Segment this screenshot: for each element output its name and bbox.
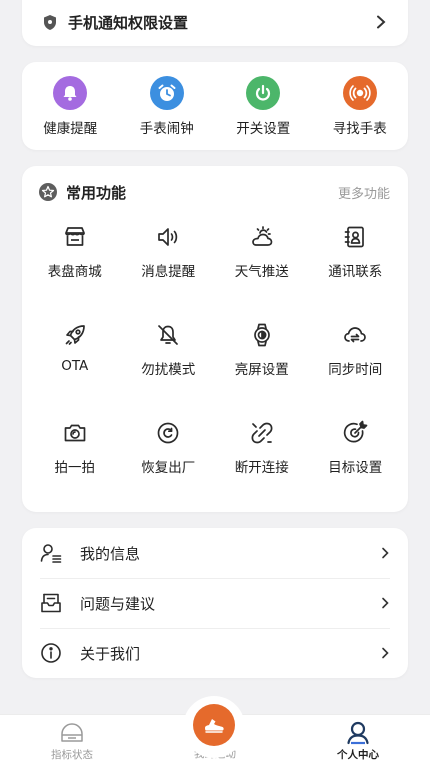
function-do-not-disturb[interactable]: 勿扰模式	[122, 322, 216, 420]
menu-item-about-us[interactable]: 关于我们	[40, 628, 390, 678]
more-functions-link[interactable]: 更多功能	[338, 183, 390, 202]
user-icon	[347, 721, 369, 745]
quick-action-find-watch[interactable]: 寻找手表	[315, 76, 405, 137]
reset-icon	[157, 422, 179, 444]
bell-off-icon	[158, 325, 179, 345]
tab-personal-center[interactable]: 个人中心	[313, 721, 403, 762]
function-label: 目标设置	[328, 460, 383, 476]
find-watch-icon	[342, 76, 377, 110]
camera-icon	[64, 424, 86, 442]
function-message-reminder[interactable]: 消息提醒	[122, 224, 216, 322]
star-badge-icon	[39, 183, 57, 201]
function-tap-photo[interactable]: 拍一拍	[28, 420, 122, 518]
shield-icon	[44, 14, 56, 30]
tab-label: 个人中心	[337, 749, 379, 761]
quick-action-label: 寻找手表	[332, 121, 387, 137]
menu-item-feedback[interactable]: 问题与建议	[40, 578, 390, 628]
bell-icon	[53, 76, 88, 110]
function-weather-push[interactable]: 天气推送	[215, 224, 309, 322]
notification-permission-title: 手机通知权限设置	[68, 13, 189, 32]
function-ota[interactable]: OTA	[28, 322, 122, 420]
quick-actions-card: 健康提醒 手表闹钟 开关设置 寻找手表	[22, 62, 408, 150]
common-functions-title: 常用功能	[66, 183, 127, 202]
target-icon	[344, 420, 368, 443]
notification-permission-row[interactable]: 手机通知权限设置	[42, 8, 386, 36]
function-label: 表盘商城	[47, 264, 102, 280]
store-icon	[64, 227, 85, 246]
contacts-icon	[344, 226, 365, 248]
power-icon	[246, 76, 281, 110]
function-disconnect[interactable]: 断开连接	[215, 420, 309, 518]
function-label: 恢复出厂	[141, 460, 196, 476]
function-screen-brightness[interactable]: 亮屏设置	[215, 322, 309, 420]
function-label: 勿扰模式	[141, 362, 196, 378]
user-info-icon	[40, 544, 62, 563]
quick-action-label: 健康提醒	[43, 121, 98, 137]
watch-screen-icon	[253, 323, 270, 347]
chevron-right-icon	[377, 15, 386, 29]
menu-item-my-info[interactable]: 我的信息	[40, 528, 390, 578]
function-label: 同步时间	[328, 362, 383, 378]
quick-action-label: 手表闹钟	[139, 121, 194, 137]
running-shoe-icon	[205, 719, 224, 733]
function-contacts[interactable]: 通讯联系	[309, 224, 403, 322]
quick-action-watch-alarm[interactable]: 手表闹钟	[122, 76, 212, 137]
tab-indicator-status[interactable]: 指标状态	[27, 721, 117, 762]
function-label: 亮屏设置	[234, 362, 289, 378]
quick-action-switch-settings[interactable]: 开关设置	[218, 76, 308, 137]
menu-item-label: 问题与建议	[80, 594, 156, 613]
rocket-icon	[65, 325, 85, 345]
weather-icon	[251, 226, 273, 246]
function-label: 断开连接	[234, 460, 289, 476]
function-label: 通讯联系	[328, 264, 383, 280]
feedback-icon	[41, 593, 61, 613]
chevron-right-icon	[382, 647, 389, 659]
function-dial-store[interactable]: 表盘商城	[28, 224, 122, 322]
function-label: 消息提醒	[141, 264, 196, 280]
function-goal-settings[interactable]: 目标设置	[309, 420, 403, 518]
menu-item-label: 我的信息	[80, 544, 141, 563]
chevron-right-icon	[382, 547, 389, 559]
function-sync-time[interactable]: 同步时间	[309, 322, 403, 420]
sports-center-button[interactable]	[193, 704, 235, 746]
info-icon	[41, 643, 61, 663]
function-factory-reset[interactable]: 恢复出厂	[122, 420, 216, 518]
dashboard-icon	[61, 723, 83, 742]
function-label: 天气推送	[234, 264, 289, 280]
function-label: 拍一拍	[54, 460, 96, 476]
settings-menu-card: 我的信息 问题与建议 关于我们	[22, 528, 408, 678]
cloud-sync-icon	[344, 327, 367, 343]
notification-permission-card[interactable]: 手机通知权限设置	[22, 0, 408, 46]
quick-action-health-reminder[interactable]: 健康提醒	[25, 76, 115, 137]
menu-item-label: 关于我们	[80, 644, 141, 663]
speaker-icon	[158, 228, 178, 246]
alarm-clock-icon	[149, 76, 184, 110]
common-functions-card: 常用功能 更多功能 表盘商城 消息提醒 天气推送 通讯联系 OTA 勿扰模式 亮…	[22, 166, 408, 512]
function-label: OTA	[61, 358, 89, 374]
chevron-right-icon	[382, 597, 389, 609]
unlink-icon	[251, 422, 273, 444]
tab-label: 指标状态	[51, 749, 93, 761]
quick-action-label: 开关设置	[236, 121, 291, 137]
